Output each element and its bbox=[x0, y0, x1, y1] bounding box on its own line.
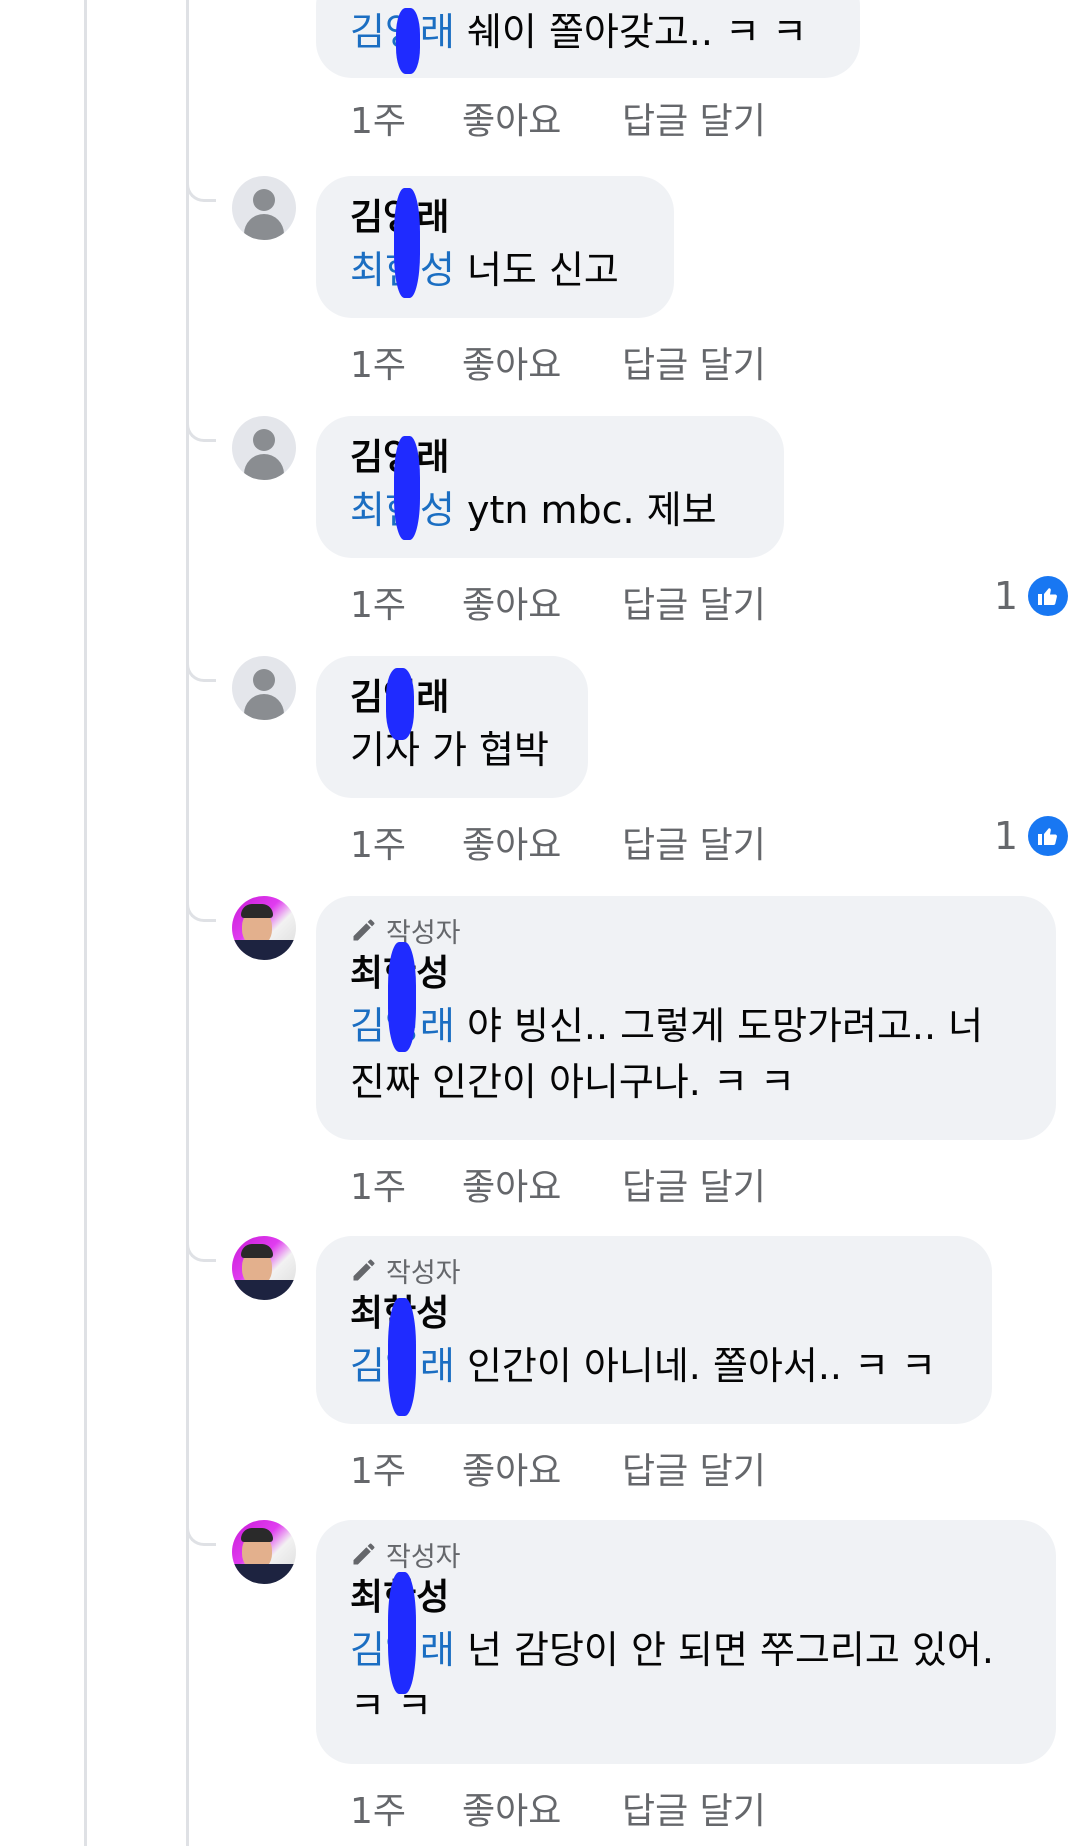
reply-button[interactable]: 답글 달기 bbox=[622, 92, 766, 144]
avatar[interactable] bbox=[232, 896, 296, 960]
reaction-count: 1 bbox=[993, 574, 1018, 618]
commenter-name[interactable]: 최한성 bbox=[350, 1290, 960, 1338]
comment-bubble: 작성자 최한성 김영래 인간이 아니네. 쫄아서.. ㅋ ㅋ bbox=[316, 1236, 992, 1424]
author-badge-label: 작성자 bbox=[386, 1541, 461, 1573]
redaction-mark bbox=[394, 436, 420, 540]
redaction-mark bbox=[394, 188, 420, 298]
like-button[interactable]: 좋아요 bbox=[462, 1442, 622, 1494]
like-button[interactable]: 좋아요 bbox=[462, 1782, 622, 1834]
like-button[interactable]: 좋아요 bbox=[462, 336, 622, 388]
comment-actions: 1주 좋아요 답글 달기 bbox=[350, 576, 766, 628]
reply-button[interactable]: 답글 달기 bbox=[622, 576, 766, 628]
avatar[interactable] bbox=[232, 1520, 296, 1584]
thumbs-up-icon bbox=[1028, 576, 1068, 616]
redaction-mark bbox=[388, 942, 416, 1052]
reaction-summary[interactable]: 1 bbox=[994, 574, 1068, 618]
thread-connector bbox=[186, 656, 216, 682]
reply-button[interactable]: 답글 달기 bbox=[622, 1442, 766, 1494]
like-button[interactable]: 좋아요 bbox=[462, 92, 622, 144]
reply-button[interactable]: 답글 달기 bbox=[622, 1782, 766, 1834]
thread-connector bbox=[186, 896, 216, 922]
comment-bubble: 김영래 기자 가 협박 bbox=[316, 656, 588, 798]
comment-bubble: 작성자 최한성 김영래 넌 감당이 안 되면 쭈그리고 있어. ㅋ ㅋ bbox=[316, 1520, 1056, 1764]
reaction-summary[interactable]: 1 bbox=[994, 814, 1068, 858]
thread-connector bbox=[186, 176, 216, 202]
commenter-name[interactable]: 최한성 bbox=[350, 950, 1024, 998]
like-button[interactable]: 좋아요 bbox=[462, 816, 622, 868]
avatar[interactable] bbox=[232, 416, 296, 480]
like-button[interactable]: 좋아요 bbox=[462, 576, 622, 628]
comment-text: 기자 가 협박 bbox=[350, 728, 549, 772]
comment-bubble: 김영래 최한성 ytn mbc. 제보 bbox=[316, 416, 784, 558]
commenter-name[interactable]: 김영래 bbox=[350, 674, 556, 722]
pencil-icon bbox=[353, 1543, 375, 1565]
comment-text: 쉐이 쫄아갖고.. ㅋ ㅋ bbox=[454, 10, 808, 54]
comment-text: 너도 신고 bbox=[454, 248, 619, 292]
comment-time[interactable]: 1주 bbox=[350, 1782, 462, 1834]
comment-bubble: 작성자 최한성 김영래 야 빙신.. 그렇게 도망가려고.. 너 진짜 인간이 … bbox=[316, 896, 1056, 1140]
author-badge: 작성자 bbox=[350, 1252, 960, 1289]
comment-time[interactable]: 1주 bbox=[350, 336, 462, 388]
author-badge-label: 작성자 bbox=[386, 1257, 461, 1289]
comment-actions: 1주 좋아요 답글 달기 bbox=[350, 816, 766, 868]
avatar[interactable] bbox=[232, 176, 296, 240]
comment-text: 인간이 아니네. 쫄아서.. ㅋ ㅋ bbox=[454, 1344, 937, 1388]
comment-time[interactable]: 1주 bbox=[350, 576, 462, 628]
redaction-mark bbox=[388, 1298, 416, 1416]
reaction-count: 1 bbox=[993, 814, 1018, 858]
thread-connector bbox=[186, 1520, 216, 1546]
thread-line-outer bbox=[84, 0, 87, 1846]
comment-actions: 1주 좋아요 답글 달기 bbox=[350, 1442, 766, 1494]
redaction-mark bbox=[388, 1572, 416, 1694]
author-badge: 작성자 bbox=[350, 1536, 1024, 1573]
comment-time[interactable]: 1주 bbox=[350, 1442, 462, 1494]
redaction-mark bbox=[386, 668, 414, 740]
redaction-mark bbox=[396, 8, 420, 74]
comment-actions: 1주 좋아요 답글 달기 bbox=[350, 1158, 766, 1210]
thread-line-inner bbox=[186, 0, 189, 1846]
comment-actions: 1주 좋아요 답글 달기 bbox=[350, 1782, 766, 1834]
avatar[interactable] bbox=[232, 1236, 296, 1300]
reply-button[interactable]: 답글 달기 bbox=[622, 1158, 766, 1210]
reply-button[interactable]: 답글 달기 bbox=[622, 816, 766, 868]
like-button[interactable]: 좋아요 bbox=[462, 1158, 622, 1210]
comment-time[interactable]: 1주 bbox=[350, 92, 462, 144]
comment-time[interactable]: 1주 bbox=[350, 816, 462, 868]
author-badge: 작성자 bbox=[350, 912, 1024, 949]
comment-time[interactable]: 1주 bbox=[350, 1158, 462, 1210]
comment-actions: 1주 좋아요 답글 달기 bbox=[350, 336, 766, 388]
avatar[interactable] bbox=[232, 656, 296, 720]
comment-actions: 1주 좋아요 답글 달기 bbox=[350, 92, 766, 144]
reply-button[interactable]: 답글 달기 bbox=[622, 336, 766, 388]
thread-connector bbox=[186, 1236, 216, 1262]
thumbs-up-icon bbox=[1028, 816, 1068, 856]
thread-connector bbox=[186, 416, 216, 442]
pencil-icon bbox=[353, 1259, 375, 1281]
comment-bubble: 김영래 최한성 너도 신고 bbox=[316, 176, 674, 318]
commenter-name[interactable]: 최한성 bbox=[350, 1574, 1024, 1622]
comment-text: ytn mbc. 제보 bbox=[454, 488, 717, 532]
pencil-icon bbox=[353, 919, 375, 941]
